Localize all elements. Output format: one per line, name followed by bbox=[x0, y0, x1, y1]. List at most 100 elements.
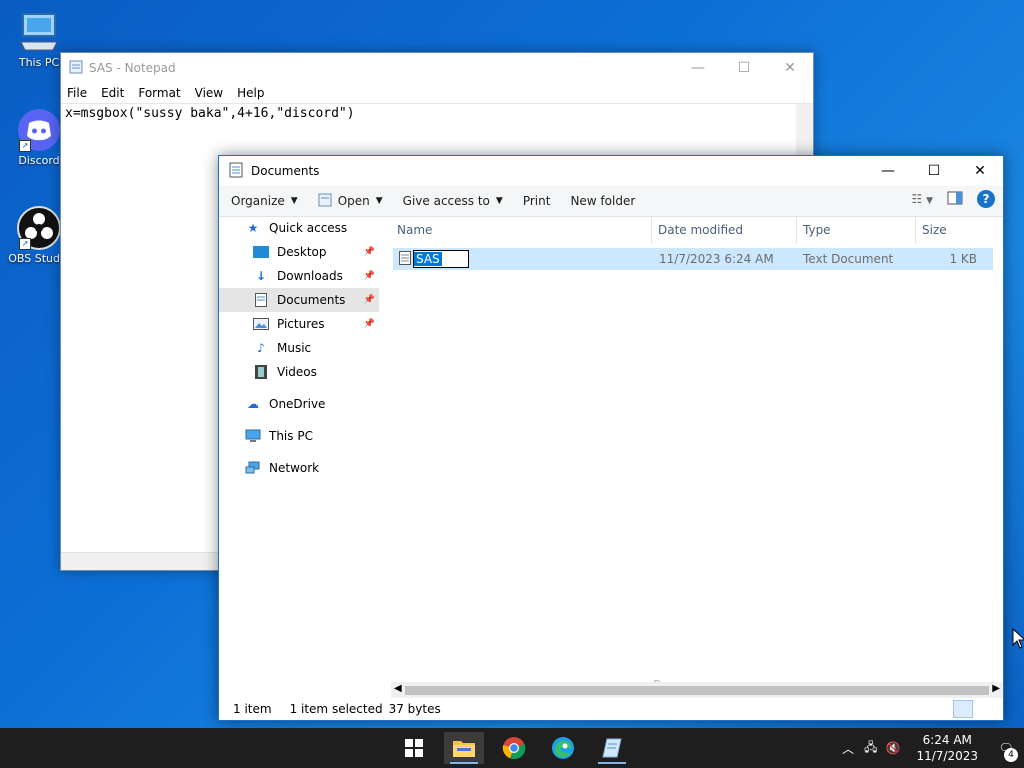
start-button[interactable] bbox=[394, 732, 434, 764]
network-status-icon[interactable]: 🖧 bbox=[864, 738, 877, 759]
nav-this-pc[interactable]: This PC bbox=[219, 424, 379, 448]
edge-icon bbox=[552, 737, 574, 759]
notepad-menubar: File Edit Format View Help bbox=[61, 83, 813, 103]
close-button[interactable]: ✕ bbox=[957, 156, 1003, 186]
organize-button[interactable]: Organize ▼ bbox=[231, 194, 298, 208]
minimize-button[interactable]: — bbox=[675, 53, 721, 83]
chevron-up-icon[interactable]: ︿ bbox=[842, 740, 854, 757]
file-size: 1 KB bbox=[949, 252, 977, 266]
toolbar-right: ☷ ▼ ? bbox=[912, 190, 995, 208]
status-bar: 1 item 1 item selected 37 bytes bbox=[219, 698, 1003, 720]
computer-icon bbox=[245, 429, 261, 443]
selection-info: 1 item selected bbox=[289, 702, 383, 716]
documents-icon bbox=[253, 293, 269, 307]
nav-pictures[interactable]: Pictures 📌 bbox=[219, 312, 379, 336]
column-date-modified[interactable]: Date modified bbox=[652, 216, 797, 244]
minimize-button[interactable]: — bbox=[865, 156, 911, 186]
scroll-right-icon[interactable]: ▶ bbox=[992, 683, 1000, 694]
documents-folder-icon bbox=[229, 162, 243, 181]
navigation-pane: ★ Quick access Desktop 📌 ↓ Downloads 📌 D… bbox=[219, 216, 379, 698]
menu-file[interactable]: File bbox=[67, 86, 87, 100]
file-explorer-taskbar-button[interactable] bbox=[444, 732, 484, 764]
action-center-button[interactable]: 🗨 4 bbox=[988, 728, 1024, 768]
explorer-window-controls: — ☐ ✕ bbox=[865, 156, 1003, 186]
clock-date: 11/7/2023 bbox=[916, 749, 978, 763]
maximize-button[interactable]: ☐ bbox=[721, 53, 767, 83]
print-button[interactable]: Print bbox=[523, 194, 551, 208]
desktop-icon bbox=[253, 245, 269, 259]
folder-icon bbox=[453, 741, 475, 757]
open-button[interactable]: Open ▼ bbox=[318, 193, 383, 210]
notification-badge: 4 bbox=[1004, 748, 1018, 762]
shortcut-arrow-icon: ↗ bbox=[19, 140, 31, 152]
pin-icon: 📌 bbox=[363, 247, 375, 257]
cloud-icon: ☁ bbox=[247, 397, 259, 411]
volume-muted-icon[interactable]: 🔇 bbox=[886, 741, 901, 755]
close-button[interactable]: ✕ bbox=[767, 53, 813, 83]
item-count: 1 item bbox=[233, 702, 272, 716]
details-view-icon[interactable] bbox=[953, 700, 973, 718]
menu-format[interactable]: Format bbox=[138, 86, 180, 100]
windows-logo-icon bbox=[405, 739, 423, 757]
nav-videos[interactable]: Videos bbox=[219, 360, 379, 384]
chrome-icon bbox=[502, 737, 526, 760]
nav-quick-access[interactable]: ★ Quick access bbox=[219, 216, 379, 240]
download-arrow-icon: ↓ bbox=[255, 269, 267, 283]
notepad-title: SAS - Notepad bbox=[89, 61, 176, 75]
pictures-icon bbox=[253, 317, 269, 331]
menu-edit[interactable]: Edit bbox=[101, 86, 124, 100]
explorer-window: Documents — ☐ ✕ Organize ▼ Open ▼ Give a… bbox=[218, 155, 1004, 721]
dropdown-arrow-icon: ▼ bbox=[375, 196, 383, 206]
horizontal-scrollbar[interactable]: ◀ ▶ bbox=[391, 682, 1003, 698]
scroll-left-icon[interactable]: ◀ bbox=[394, 683, 402, 694]
nav-documents[interactable]: Documents 📌 bbox=[219, 288, 379, 312]
pin-icon: 📌 bbox=[363, 319, 375, 329]
edge-taskbar-button[interactable] bbox=[543, 732, 583, 764]
help-icon[interactable]: ? bbox=[977, 190, 995, 208]
column-name[interactable]: Name bbox=[391, 216, 652, 244]
notepad-icon bbox=[602, 738, 622, 758]
give-access-button[interactable]: Give access to ▼ bbox=[403, 194, 503, 208]
pin-icon: 📌 bbox=[363, 271, 375, 281]
chrome-taskbar-button[interactable] bbox=[494, 732, 534, 764]
nav-downloads[interactable]: ↓ Downloads 📌 bbox=[219, 264, 379, 288]
notepad-text[interactable]: x=msgbox("sussy baka",4+16,"discord") bbox=[61, 104, 813, 123]
notepad-window-controls: — ☐ ✕ bbox=[675, 53, 813, 83]
system-tray: ︿ 🖧 🔇 6:24 AM 11/7/2023 🗨 4 bbox=[842, 728, 1024, 768]
column-type[interactable]: Type bbox=[797, 216, 916, 244]
nav-music[interactable]: ♪ Music bbox=[219, 336, 379, 360]
column-headers: Name Date modified Type Size bbox=[391, 216, 1003, 244]
explorer-title: Documents bbox=[251, 164, 320, 178]
menu-help[interactable]: Help bbox=[237, 86, 264, 100]
text-file-icon bbox=[399, 250, 411, 268]
file-row[interactable]: SAS 11/7/2023 6:24 AM Text Document 1 KB bbox=[393, 248, 993, 270]
view-buttons bbox=[953, 700, 997, 718]
clock[interactable]: 6:24 AM 11/7/2023 bbox=[916, 732, 978, 764]
notepad-icon bbox=[69, 60, 83, 77]
dropdown-arrow-icon: ▼ bbox=[495, 196, 503, 206]
command-bar: Organize ▼ Open ▼ Give access to ▼ Print… bbox=[219, 186, 1003, 217]
preview-pane-icon[interactable] bbox=[947, 191, 963, 208]
large-icons-view-icon[interactable] bbox=[977, 700, 997, 718]
this-pc-icon bbox=[17, 10, 61, 54]
column-size[interactable]: Size bbox=[916, 216, 992, 244]
dropdown-arrow-icon: ▼ bbox=[290, 196, 298, 206]
nav-desktop[interactable]: Desktop 📌 bbox=[219, 240, 379, 264]
rename-selected-text[interactable]: SAS bbox=[414, 252, 442, 266]
scrollbar-thumb[interactable] bbox=[405, 686, 989, 695]
selection-size: 37 bytes bbox=[388, 702, 441, 716]
discord-icon: ↗ bbox=[17, 108, 61, 152]
obs-icon: ↗ bbox=[17, 206, 61, 250]
maximize-button[interactable]: ☐ bbox=[911, 156, 957, 186]
menu-view[interactable]: View bbox=[195, 86, 223, 100]
change-view-icon[interactable]: ☷ ▼ bbox=[912, 192, 934, 206]
rename-input[interactable]: SAS bbox=[413, 250, 469, 268]
film-icon bbox=[253, 365, 269, 379]
new-folder-button[interactable]: New folder bbox=[570, 194, 635, 208]
notepad-taskbar-button[interactable] bbox=[592, 732, 632, 764]
pin-icon: 📌 bbox=[363, 295, 375, 305]
shortcut-arrow-icon: ↗ bbox=[19, 238, 31, 250]
file-type: Text Document bbox=[803, 252, 894, 266]
nav-network[interactable]: Network bbox=[219, 456, 379, 480]
nav-onedrive[interactable]: ☁ OneDrive bbox=[219, 392, 379, 416]
